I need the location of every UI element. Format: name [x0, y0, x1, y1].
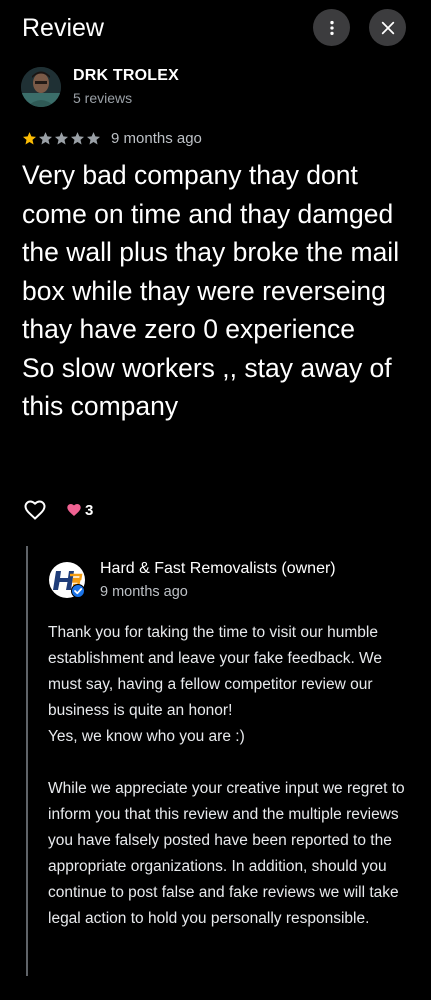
heart-reaction-icon: [67, 504, 81, 516]
owner-reply: Hard & Fast Removalists (owner) 9 months…: [26, 546, 418, 976]
page-title: Review: [22, 14, 104, 42]
reaction-count: 3: [85, 501, 94, 519]
heart-outline-icon: [24, 500, 46, 520]
review-text: Very bad company thay dont come on time …: [22, 160, 400, 421]
reviewer-review-count: 5 reviews: [73, 90, 133, 106]
like-button[interactable]: [22, 497, 48, 523]
review-actions: 3: [22, 496, 93, 524]
star-empty-icon: [55, 131, 68, 144]
app-header: Review: [0, 0, 431, 58]
star-filled-icon: [23, 131, 36, 144]
review-time: 9 months ago: [111, 129, 202, 147]
owner-logo-icon: [49, 562, 85, 598]
reviewer-photo: [21, 67, 61, 107]
reviewer-avatar[interactable]: [21, 67, 61, 107]
owner-name[interactable]: Hard & Fast Removalists (owner): [100, 560, 336, 578]
star-empty-icon: [71, 131, 84, 144]
owner-reply-text: Thank you for taking the time to visit o…: [48, 624, 405, 927]
star-rating: [22, 131, 101, 146]
owner-avatar[interactable]: [48, 561, 86, 599]
star-empty-icon: [39, 131, 52, 144]
reviewer-name[interactable]: DRK TROLEX: [73, 67, 179, 85]
reviewer-info[interactable]: DRK TROLEX 5 reviews: [21, 67, 401, 109]
owner-reply-time: 9 months ago: [100, 584, 188, 600]
more-vert-icon: [329, 20, 334, 35]
reactions-summary[interactable]: 3: [66, 502, 93, 519]
close-icon: [381, 21, 394, 34]
close-button[interactable]: [369, 9, 406, 46]
more-options-button[interactable]: [313, 9, 350, 46]
rating-row: 9 months ago: [22, 129, 202, 147]
star-empty-icon: [87, 131, 100, 144]
